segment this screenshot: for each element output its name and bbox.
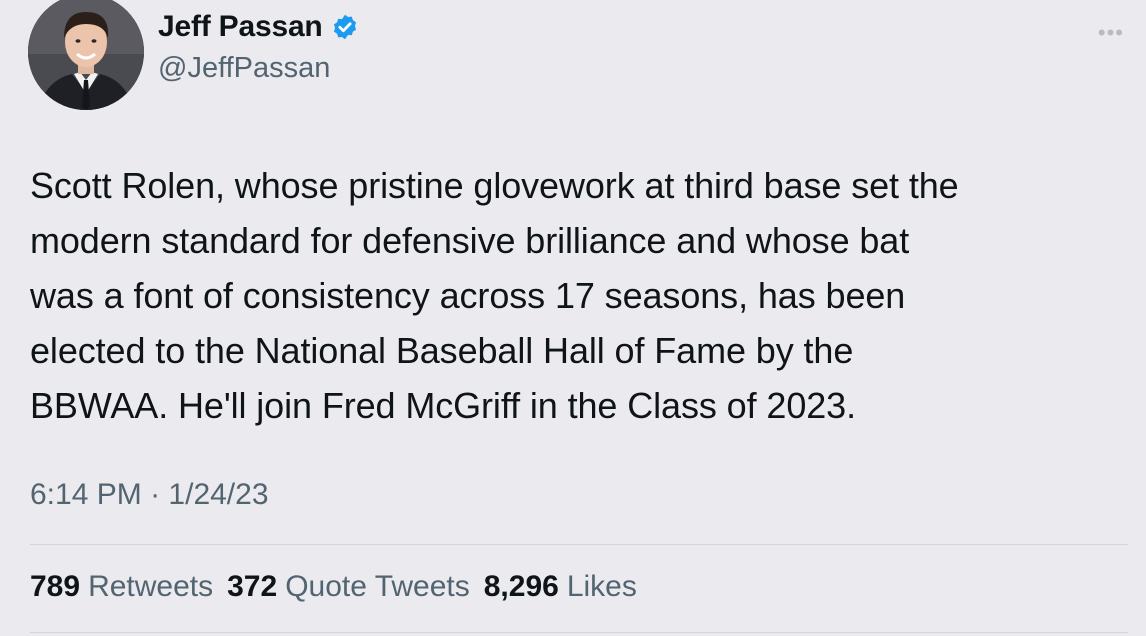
timestamp-separator: ·: [150, 478, 161, 511]
avatar-photo: [28, 0, 144, 110]
retweets-stat[interactable]: 789 Retweets: [30, 570, 213, 604]
author-display-name[interactable]: Jeff Passan: [158, 10, 323, 44]
likes-label: Likes: [566, 570, 637, 603]
quote-tweets-label: Quote Tweets: [285, 570, 470, 603]
divider: [30, 544, 1128, 545]
author-name-row: Jeff Passan: [158, 10, 359, 44]
author-block: Jeff Passan @JeffPassan: [158, 10, 359, 85]
more-options-icon[interactable]: •••: [1098, 20, 1124, 46]
tweet-date: 1/24/23: [168, 478, 269, 511]
tweet-card: Jeff Passan @JeffPassan ••• Scott Rolen,…: [0, 0, 1146, 636]
likes-count: 8,296: [483, 570, 559, 603]
quote-tweets-count: 372: [227, 570, 278, 603]
verified-badge-icon[interactable]: [331, 13, 359, 41]
retweets-count: 789: [30, 570, 81, 603]
likes-stat[interactable]: 8,296 Likes: [484, 570, 637, 604]
tweet-text: Scott Rolen, whose pristine glovework at…: [30, 165, 959, 426]
tweet-timestamp[interactable]: 6:14 PM · 1/24/23: [30, 478, 269, 512]
engagement-stats: 789 Retweets 372 Quote Tweets 8,296 Like…: [30, 570, 637, 604]
author-handle[interactable]: @JeffPassan: [158, 52, 359, 85]
avatar[interactable]: [28, 0, 144, 110]
tweet-time: 6:14 PM: [30, 478, 142, 511]
divider: [30, 632, 1128, 633]
retweets-label: Retweets: [88, 570, 214, 603]
quote-tweets-stat[interactable]: 372 Quote Tweets: [227, 570, 470, 604]
